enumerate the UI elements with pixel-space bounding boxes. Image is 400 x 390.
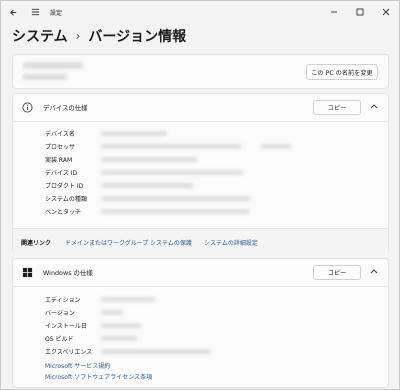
rename-pc-button[interactable]: この PC の名前を変更: [306, 64, 378, 80]
pc-name-card: この PC の名前を変更: [12, 54, 389, 89]
related-links-label: 関連リンク: [21, 240, 52, 247]
device-specs-header[interactable]: デバイスの仕様 コピー: [13, 94, 388, 121]
app-title: 設定: [50, 9, 63, 17]
pc-name-redacted: [23, 62, 83, 69]
spec-row-experience: エクスペリエンス: [13, 345, 388, 359]
copy-windows-specs-button[interactable]: コピー: [313, 265, 361, 280]
settings-window: 設定 システム › バージョン情報 この PC の名前を変更 デバイスの仕様 コ…: [0, 0, 400, 390]
breadcrumb-separator: ›: [75, 29, 81, 43]
link-system-protection[interactable]: システムの保護: [150, 238, 192, 247]
spec-label: デバイス ID: [45, 170, 78, 177]
spec-value-redacted: [101, 157, 197, 162]
spec-row-os-build: OS ビルド: [13, 332, 388, 346]
spec-label: インストール日: [45, 323, 87, 330]
spec-row-processor: プロセッサ: [13, 140, 388, 154]
spec-value-redacted: [101, 297, 155, 302]
spec-label: 実装 RAM: [45, 157, 73, 164]
spec-row-install-date: インストール日: [13, 319, 388, 333]
chevron-up-icon[interactable]: [370, 102, 378, 111]
device-specs-title: デバイスの仕様: [43, 104, 88, 112]
spec-value-redacted: [261, 144, 291, 149]
spec-row-ram: 実装 RAM: [13, 153, 388, 167]
link-advanced-system-settings[interactable]: システムの詳細設定: [204, 238, 258, 247]
spec-row-product-id: プロダクト ID: [13, 179, 388, 193]
spec-value-redacted: [101, 131, 167, 136]
section-divider: [13, 286, 388, 287]
spec-label: OS ビルド: [45, 336, 74, 343]
breadcrumb: システム › バージョン情報: [12, 25, 186, 47]
pc-model-redacted: [23, 74, 67, 80]
page-title: バージョン情報: [88, 29, 187, 45]
spec-row-device-id: デバイス ID: [13, 166, 388, 180]
spec-value-redacted: [101, 196, 251, 201]
spec-value-redacted: [101, 323, 141, 328]
section-divider: [13, 121, 388, 122]
close-icon[interactable]: [373, 1, 399, 23]
hamburger-icon[interactable]: [26, 3, 44, 21]
window-controls: [321, 1, 399, 23]
spec-value-redacted: [101, 209, 249, 214]
spec-label: エクスペリエンス: [45, 349, 93, 356]
spec-label: エディション: [45, 297, 81, 304]
chevron-up-icon[interactable]: [370, 267, 378, 276]
link-domain-workgroup[interactable]: ドメインまたはワークグループ: [65, 238, 148, 247]
back-arrow-icon[interactable]: [4, 3, 22, 21]
windows-specs-title: Windows の仕様: [43, 269, 93, 277]
spec-row-version: バージョン: [13, 306, 388, 320]
spec-label: プロセッサ: [45, 144, 76, 151]
spec-label: バージョン: [45, 310, 75, 317]
spec-row-device-name: デバイス名: [13, 127, 388, 141]
spec-label: デバイス名: [45, 131, 75, 138]
link-ms-software-license[interactable]: Microsoft ソフトウェアライセンス条項: [45, 372, 152, 381]
spec-value-redacted: [101, 144, 241, 149]
spec-value-redacted: [101, 336, 137, 341]
link-ms-services-agreement[interactable]: Microsoft サービス規約: [45, 361, 110, 370]
maximize-icon[interactable]: [347, 1, 373, 23]
device-specs-card: デバイスの仕様 コピー デバイス名 プロセッサ 実装 RAM デバイス ID プ…: [12, 93, 389, 254]
spec-label: システムの種類: [45, 196, 87, 203]
spec-value-redacted: [101, 170, 243, 175]
minimize-icon[interactable]: [321, 1, 347, 23]
spec-value-redacted: [101, 310, 123, 315]
spec-label: プロダクト ID: [45, 183, 84, 190]
spec-row-edition: エディション: [13, 293, 388, 307]
windows-specs-card: Windows の仕様 コピー エディション バージョン インストール日 OS …: [12, 258, 389, 388]
spec-row-system-type: システムの種類: [13, 192, 388, 206]
spec-value-redacted: [101, 349, 211, 354]
spec-label: ペンとタッチ: [45, 209, 82, 216]
spec-value-redacted: [101, 183, 193, 188]
copy-device-specs-button[interactable]: コピー: [313, 100, 361, 115]
spec-row-pen-touch: ペンとタッチ: [13, 205, 388, 219]
windows-logo-icon: [22, 267, 33, 278]
windows-specs-header[interactable]: Windows の仕様 コピー: [13, 259, 388, 286]
info-icon: [22, 102, 33, 113]
breadcrumb-parent[interactable]: システム: [12, 26, 68, 46]
title-bar: 設定: [1, 1, 399, 23]
related-links-bar: 関連リンク ドメインまたはワークグループ システムの保護 システムの詳細設定: [13, 228, 388, 254]
